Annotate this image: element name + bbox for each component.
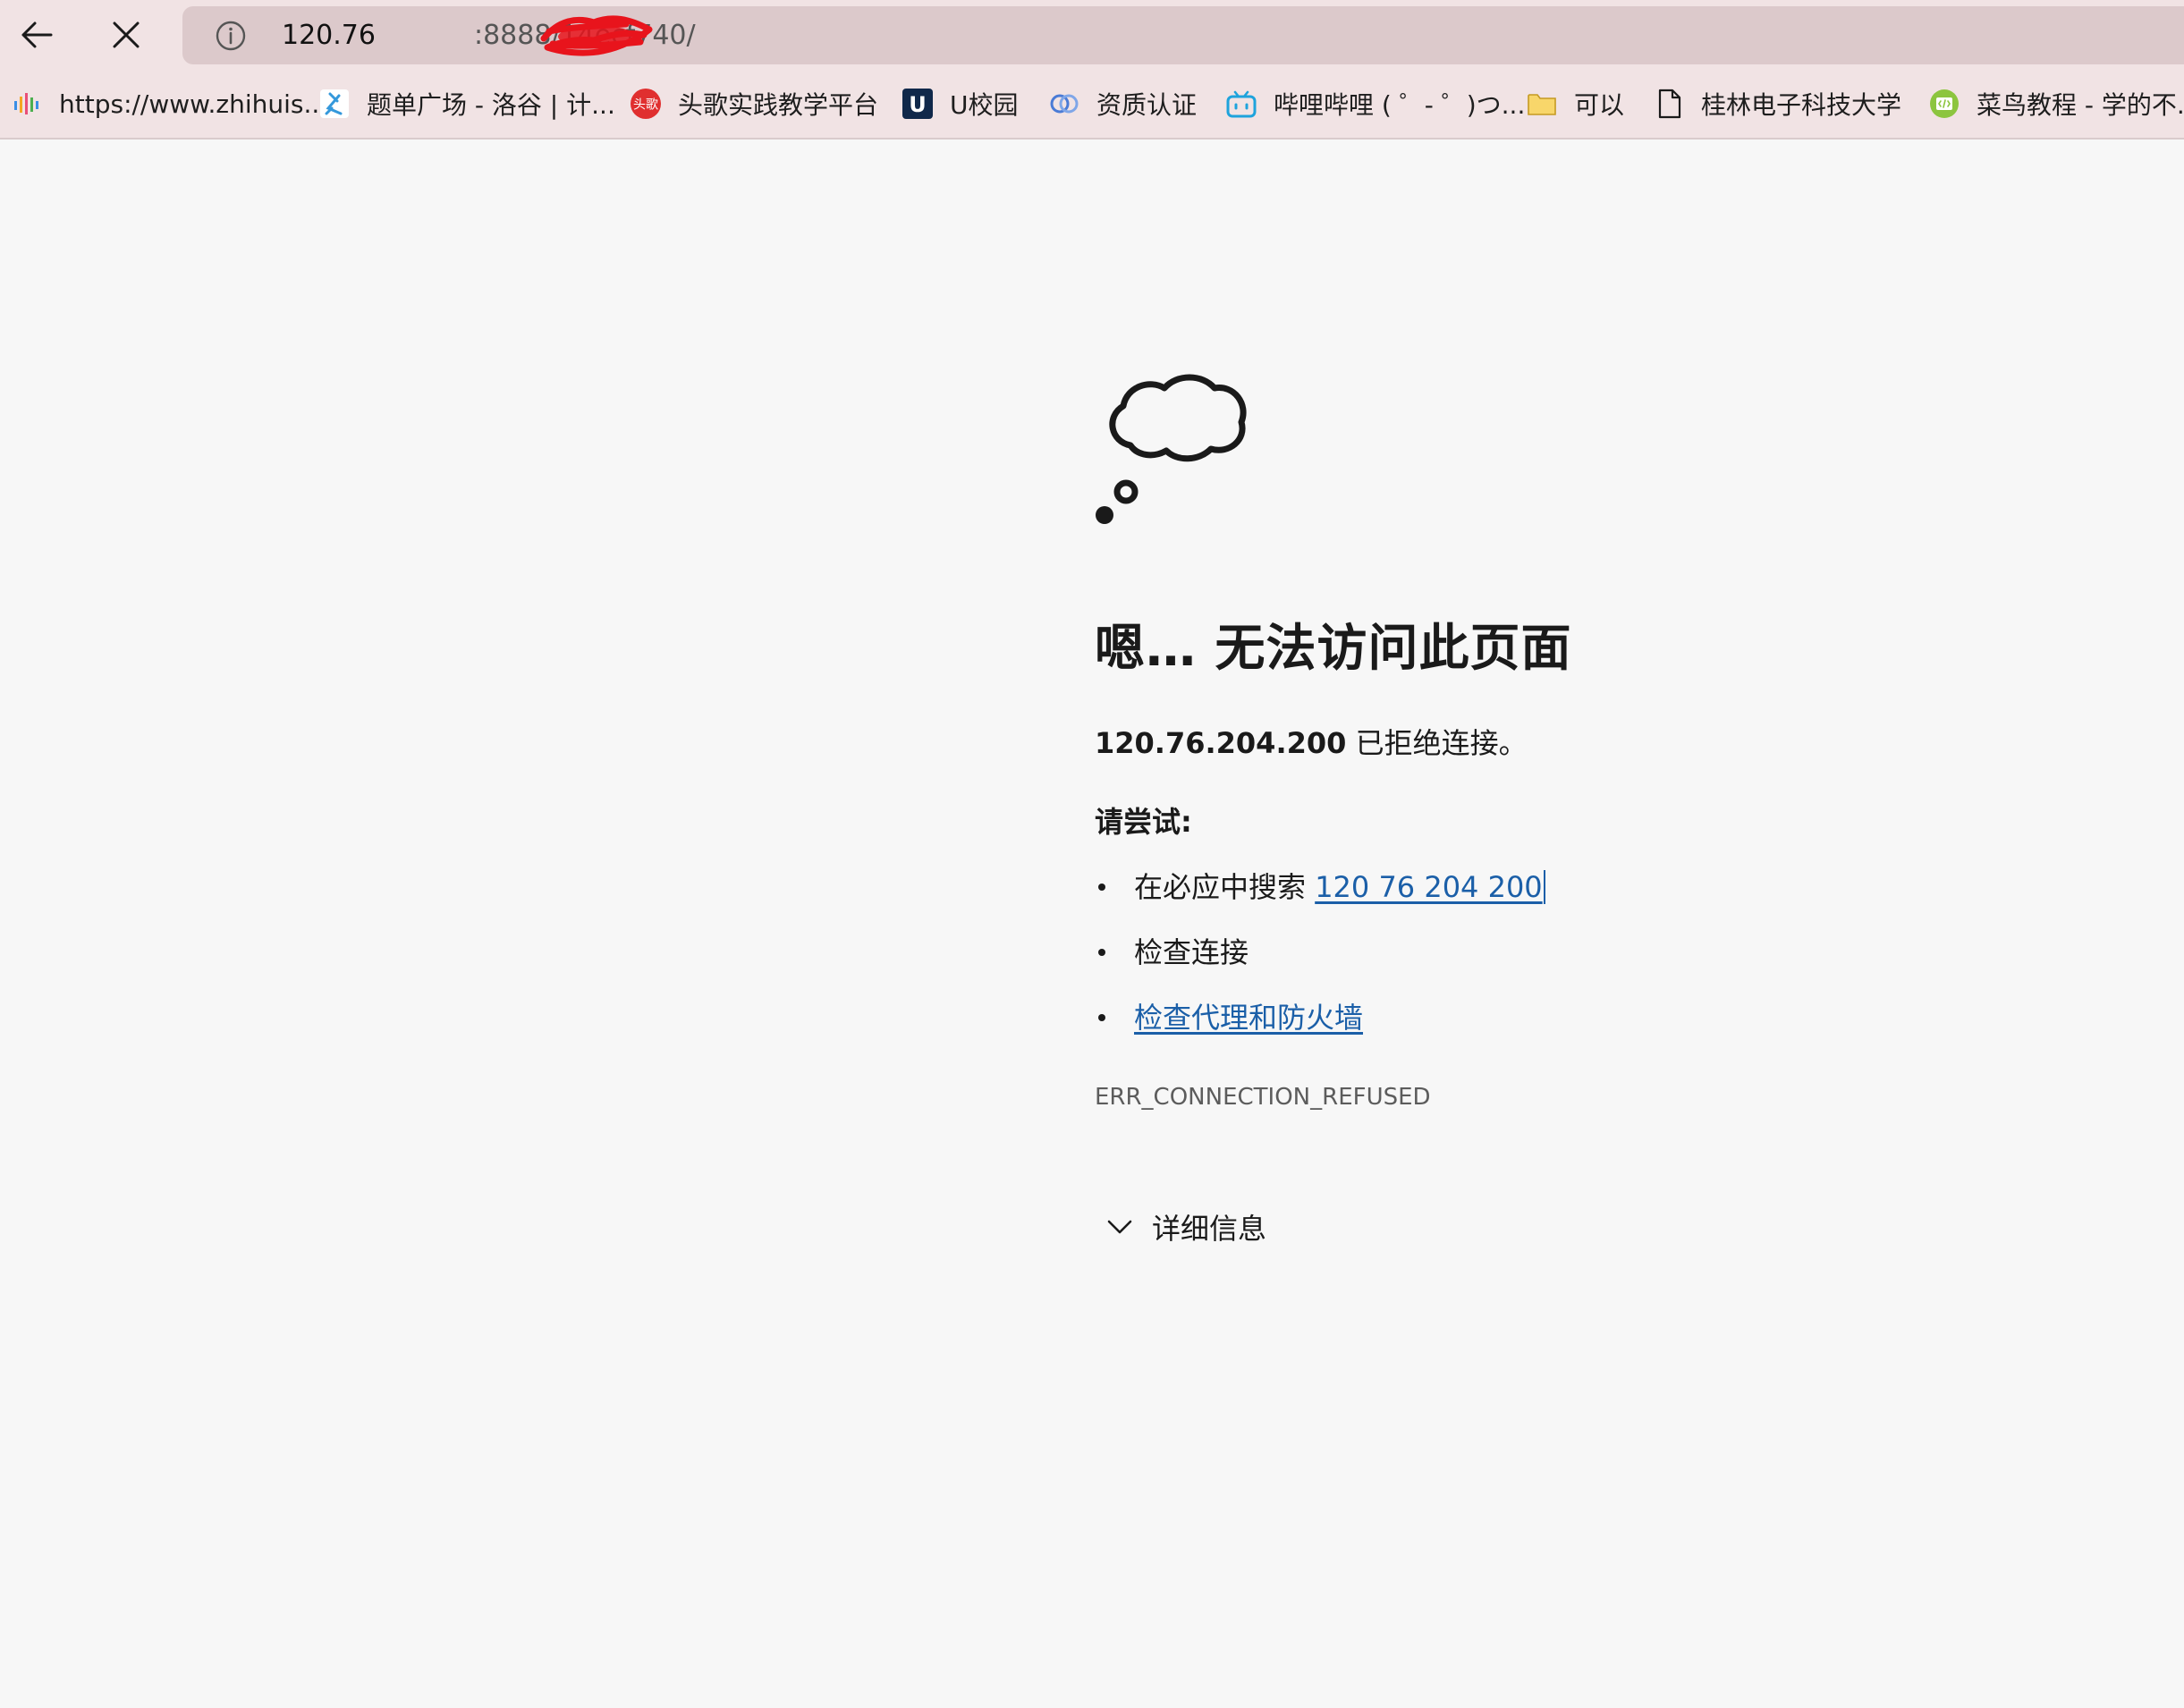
error-host: 120.76.204.200 bbox=[1095, 726, 1347, 760]
bookmark-guet[interactable]: 桂林电子科技大学 bbox=[1653, 70, 1901, 138]
luogu-icon bbox=[318, 88, 351, 120]
check-connection-text: 检查连接 bbox=[1134, 935, 1249, 969]
thought-cloud-icon bbox=[1096, 374, 1247, 524]
bookmark-label: 菜鸟教程 - 学的不... bbox=[1977, 90, 2184, 120]
suggestions-list: 在必应中搜索 120 76 204 200 检查连接 检查代理和防火墙 bbox=[1095, 864, 1545, 1060]
address-bar[interactable]: 120.76:8888/14ecf740/ bbox=[182, 6, 2184, 64]
search-prefix: 在必应中搜索 bbox=[1134, 870, 1316, 904]
page-icon bbox=[1653, 88, 1685, 120]
bookmark-label: 题单广场 - 洛谷 | 计... bbox=[367, 90, 615, 120]
back-button[interactable] bbox=[7, 7, 66, 63]
bookmark-label: 可以 bbox=[1574, 90, 1625, 120]
certification-icon bbox=[1048, 88, 1080, 120]
bilibili-icon bbox=[1225, 88, 1257, 120]
suggestion-search: 在必应中搜索 120 76 204 200 bbox=[1095, 864, 1545, 929]
bookmark-label: 资质认证 bbox=[1096, 90, 1198, 120]
uschool-icon: U bbox=[902, 88, 934, 120]
details-label: 详细信息 bbox=[1152, 1212, 1267, 1246]
info-icon[interactable] bbox=[215, 20, 247, 52]
bookmark-runoob[interactable]: 菜鸟教程 - 学的不... bbox=[1928, 70, 2184, 138]
bookmark-uschool[interactable]: U U校园 bbox=[902, 70, 1019, 138]
uschool-icon-text: U bbox=[909, 92, 927, 117]
bookmark-label: 桂林电子科技大学 bbox=[1701, 90, 1902, 120]
check-proxy-firewall-link[interactable]: 检查代理和防火墙 bbox=[1134, 1001, 1363, 1035]
bookmark-educoder[interactable]: 头歌 头歌实践教学平台 bbox=[630, 70, 878, 138]
runoob-icon bbox=[1928, 88, 1960, 120]
bookmark-zhihuishu[interactable]: https://www.zhihuis... bbox=[11, 70, 327, 138]
folder-icon bbox=[1526, 88, 1558, 120]
arrow-left-icon bbox=[21, 21, 53, 48]
try-heading: 请尝试: bbox=[1095, 805, 1192, 839]
bing-search-link[interactable]: 120 76 204 200 bbox=[1315, 870, 1545, 904]
error-message: 120.76.204.200 已拒绝连接。 bbox=[1095, 721, 1528, 762]
chevron-down-icon bbox=[1095, 1202, 1145, 1252]
error-code: ERR_CONNECTION_REFUSED bbox=[1095, 1084, 1431, 1111]
redaction-scribble bbox=[540, 15, 653, 56]
url-host: 120.76 bbox=[282, 20, 376, 51]
error-message-text: 已拒绝连接。 bbox=[1346, 726, 1528, 760]
bookmark-certification[interactable]: 资质认证 bbox=[1048, 70, 1197, 138]
suggestion-check-connection: 检查连接 bbox=[1095, 929, 1545, 994]
bookmarks-bar: https://www.zhihuis... 题单广场 - 洛谷 | 计... … bbox=[0, 70, 2184, 140]
bookmark-luogu[interactable]: 题单广场 - 洛谷 | 计... bbox=[318, 70, 615, 138]
browser-toolbar: 120.76:8888/14ecf740/ bbox=[0, 0, 2184, 70]
close-icon bbox=[113, 21, 140, 48]
educoder-icon-text: 头歌 bbox=[633, 98, 658, 113]
suggestion-check-proxy: 检查代理和防火墙 bbox=[1095, 994, 1545, 1060]
details-toggle-button[interactable]: 详细信息 bbox=[1095, 1202, 1266, 1252]
bookmark-label: 哔哩哔哩 ( ゜- ゜)つ... bbox=[1274, 90, 1526, 120]
bookmark-label: 头歌实践教学平台 bbox=[678, 90, 879, 120]
error-title: 嗯… 无法访问此页面 bbox=[1095, 620, 1572, 678]
bookmark-bilibili[interactable]: 哔哩哔哩 ( ゜- ゜)つ... bbox=[1225, 70, 1525, 138]
zhihuishu-icon bbox=[11, 88, 43, 120]
bookmark-folder[interactable]: 可以 bbox=[1526, 70, 1624, 138]
educoder-icon: 头歌 bbox=[630, 88, 662, 120]
stop-loading-button[interactable] bbox=[97, 7, 156, 63]
bookmark-label: U校园 bbox=[950, 90, 1019, 120]
bookmark-label: https://www.zhihuis... bbox=[59, 89, 328, 119]
